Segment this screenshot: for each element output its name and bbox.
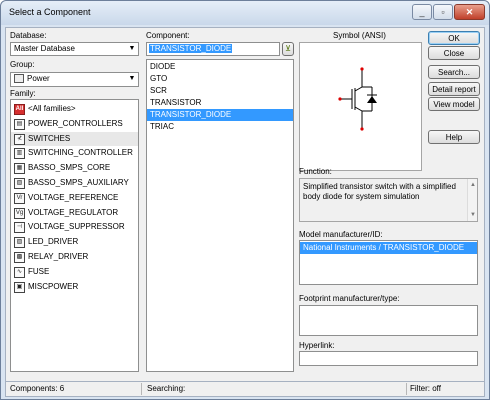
- help-button[interactable]: Help: [428, 130, 480, 144]
- voltage-suppressor-icon: ⊣: [14, 222, 25, 234]
- footprint-label: Footprint manufacturer/type:: [299, 294, 400, 303]
- power-group-icon: [14, 74, 24, 84]
- list-item[interactable]: GTO: [147, 73, 293, 85]
- function-label: Function:: [299, 167, 332, 176]
- family-item[interactable]: ▩ RELAY_DRIVER: [11, 250, 138, 265]
- family-label: Family:: [10, 89, 36, 98]
- family-item[interactable]: ▦ BASSO_SMPS_CORE: [11, 161, 138, 176]
- filter-icon: ⊻: [285, 44, 291, 53]
- chevron-down-icon: ▼: [128, 45, 136, 52]
- component-search-value: TRANSISTOR_DIODE: [149, 44, 233, 53]
- component-list[interactable]: DIODE GTO SCR TRANSISTOR TRANSISTOR_DIOD…: [146, 59, 294, 372]
- dialog-client: Database: Master Database ▼ Group: Power…: [5, 27, 485, 397]
- list-item[interactable]: DIODE: [147, 61, 293, 73]
- chevron-down-icon: ▼: [128, 75, 136, 82]
- family-item[interactable]: Vr VOLTAGE_REFERENCE: [11, 191, 138, 206]
- family-item[interactable]: Vg VOLTAGE_REGULATOR: [11, 206, 138, 221]
- model-label: Model manufacturer/ID:: [299, 230, 383, 239]
- all-icon: All: [14, 104, 25, 115]
- transistor-diode-symbol: [338, 67, 377, 131]
- component-search-input[interactable]: TRANSISTOR_DIODE: [146, 42, 280, 56]
- hyperlink-field[interactable]: [299, 351, 478, 366]
- smps-aux-icon: ▧: [14, 177, 25, 189]
- search-button[interactable]: Search...: [428, 65, 480, 79]
- family-item[interactable]: All <All families>: [11, 102, 138, 117]
- voltage-regulator-icon: Vg: [14, 207, 25, 219]
- status-divider: [141, 383, 142, 395]
- close-window-button[interactable]: ✕: [454, 4, 485, 20]
- family-item[interactable]: ▥ SWITCHING_CONTROLLER: [11, 146, 138, 161]
- switch-icon: ⊀: [14, 133, 25, 145]
- components-count: Components: 6: [10, 384, 65, 393]
- family-item[interactable]: ▧ BASSO_SMPS_AUXILIARY: [11, 176, 138, 191]
- family-list[interactable]: All <All families> ▤ POWER_CONTROLLERS ⊀…: [10, 99, 139, 372]
- minimize-button[interactable]: _: [412, 4, 432, 20]
- family-item[interactable]: ▣ MISCPOWER: [11, 280, 138, 295]
- status-divider: [406, 383, 407, 395]
- list-item[interactable]: TRANSISTOR: [147, 97, 293, 109]
- component-label: Component:: [146, 31, 190, 40]
- model-list[interactable]: National Instruments / TRANSISTOR_DIODE: [299, 240, 478, 285]
- list-item[interactable]: TRIAC: [147, 121, 293, 133]
- function-description: Simplified transistor switch with a simp…: [303, 182, 456, 201]
- family-item[interactable]: ▨ LED_DRIVER: [11, 235, 138, 250]
- family-item[interactable]: ∿ FUSE: [11, 265, 138, 280]
- smps-core-icon: ▦: [14, 163, 25, 175]
- power-controller-icon: ▤: [14, 118, 25, 130]
- footprint-list[interactable]: [299, 305, 478, 336]
- fuse-icon: ∿: [14, 266, 25, 278]
- database-select[interactable]: Master Database ▼: [10, 42, 139, 56]
- led-driver-icon: ▨: [14, 237, 25, 249]
- family-item[interactable]: ⊀ SWITCHES: [11, 131, 138, 147]
- group-value: Power: [27, 74, 50, 83]
- view-model-button[interactable]: View model: [428, 97, 480, 111]
- voltage-reference-icon: Vr: [14, 192, 25, 204]
- scroll-down-icon[interactable]: ▼: [469, 210, 477, 220]
- window-title: Select a Component: [9, 7, 91, 17]
- list-item-selected[interactable]: National Instruments / TRANSISTOR_DIODE: [300, 242, 477, 254]
- status-bar: Components: 6 Searching: Filter: off: [6, 381, 484, 396]
- select-component-dialog: Select a Component _ ▫ ✕ Database: Maste…: [0, 0, 490, 400]
- symbol-preview: [299, 42, 422, 171]
- database-value: Master Database: [14, 44, 75, 53]
- group-label: Group:: [10, 60, 35, 69]
- database-label: Database:: [10, 31, 47, 40]
- close-button[interactable]: Close: [428, 46, 480, 60]
- filter-button[interactable]: ⊻: [282, 42, 294, 56]
- maximize-button[interactable]: ▫: [433, 4, 453, 20]
- misc-power-icon: ▣: [14, 281, 25, 293]
- family-item[interactable]: ▤ POWER_CONTROLLERS: [11, 117, 138, 132]
- list-item[interactable]: SCR: [147, 85, 293, 97]
- list-item-selected[interactable]: TRANSISTOR_DIODE: [147, 109, 293, 121]
- function-scrollbar[interactable]: ▲ ▼: [467, 179, 477, 221]
- group-select[interactable]: Power ▼: [10, 72, 139, 87]
- switching-controller-icon: ▥: [14, 148, 25, 160]
- hyperlink-label: Hyperlink:: [299, 341, 335, 350]
- ok-button[interactable]: OK: [428, 31, 480, 45]
- title-bar: Select a Component _ ▫ ✕: [1, 1, 489, 25]
- family-item[interactable]: ⊣ VOLTAGE_SUPPRESSOR: [11, 220, 138, 235]
- detail-report-button[interactable]: Detail report: [428, 82, 480, 96]
- symbol-label: Symbol (ANSI): [333, 31, 386, 40]
- scroll-up-icon[interactable]: ▲: [469, 180, 477, 190]
- searching-status: Searching:: [147, 384, 186, 393]
- relay-driver-icon: ▩: [14, 251, 25, 263]
- filter-status: Filter: off: [410, 384, 441, 393]
- function-text: Simplified transistor switch with a simp…: [299, 178, 478, 222]
